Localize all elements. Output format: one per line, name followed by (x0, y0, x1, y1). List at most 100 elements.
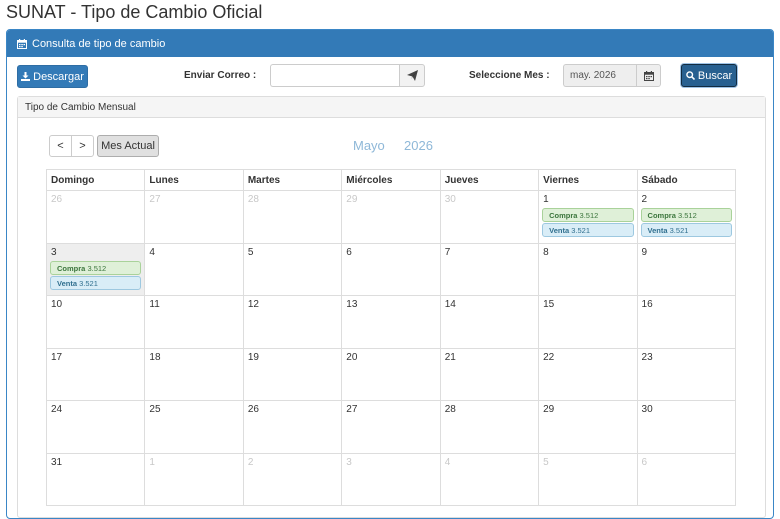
monthly-panel-heading: Tipo de Cambio Mensual (18, 97, 765, 118)
calendar-day-cell[interactable]: 19 (242, 347, 343, 401)
calendar-day-cell[interactable]: 18 (144, 347, 244, 401)
calendar-day-cell[interactable]: 2 Compra 3.512 Venta 3.521 (636, 190, 737, 244)
weekday-header: Viernes (538, 169, 638, 191)
download-button[interactable]: Descargar (17, 65, 88, 88)
venta-rate-event[interactable]: Venta 3.521 (50, 275, 142, 290)
calendar-day-cell[interactable]: 22 (538, 347, 638, 401)
day-number: 21 (444, 351, 456, 363)
calendar-day-cell[interactable]: 9 (636, 242, 737, 296)
calendar-week-row: 24 25 26 27 28 29 30 (45, 400, 737, 454)
search-button[interactable]: Buscar (681, 64, 737, 87)
calendar-day-cell[interactable]: 17 (45, 347, 146, 401)
calendar-day-cell[interactable]: 15 (538, 295, 638, 349)
send-email-button[interactable] (399, 64, 425, 87)
calendar-day-cell[interactable]: 5 (538, 452, 638, 506)
weekday-header: Lunes (144, 169, 244, 191)
calendar-day-cell[interactable]: 10 (45, 295, 146, 349)
compra-value: 3.512 (677, 211, 697, 220)
day-number: 28 (247, 194, 259, 205)
calendar-day-cell[interactable]: 2 (242, 452, 343, 506)
day-number: 3 (346, 456, 352, 468)
calendar-day-cell[interactable]: 3 Compra 3.512 Venta 3.521 (45, 242, 146, 296)
calendar-day-cell[interactable]: 28 (242, 190, 343, 244)
day-number: 5 (247, 246, 254, 258)
day-number: 6 (346, 246, 352, 258)
download-icon (21, 72, 31, 81)
calendar-day-cell[interactable]: 1 Compra 3.512 Venta 3.521 (538, 190, 638, 244)
day-number: 22 (543, 351, 555, 363)
weekday-header: Jueves (439, 169, 540, 191)
venta-rate-event[interactable]: Venta 3.521 (640, 223, 732, 237)
calendar-day-cell[interactable]: 14 (439, 295, 540, 349)
day-number: 8 (543, 246, 549, 258)
calendar-day-cell[interactable]: 25 (144, 400, 244, 454)
calendar-day-cell[interactable]: 6 (341, 242, 441, 296)
calendar-day-cell[interactable]: 30 (439, 190, 540, 244)
current-month-button[interactable]: Mes Actual (97, 135, 159, 157)
venta-value: 3.521 (669, 226, 689, 235)
next-month-button[interactable]: > (71, 135, 94, 157)
day-number: 19 (247, 351, 259, 363)
calendar-day-cell[interactable]: 29 (538, 400, 638, 454)
email-field[interactable] (270, 64, 400, 87)
calendar-day-cell[interactable]: 30 (636, 400, 737, 454)
month-picker-button[interactable] (636, 64, 661, 87)
day-number: 28 (444, 404, 456, 415)
day-number: 2 (641, 194, 648, 205)
calendar-day-cell[interactable]: 31 (45, 452, 146, 506)
calendar-day-cell[interactable]: 27 (144, 190, 244, 244)
month-field[interactable]: may. 2026 (563, 64, 637, 87)
calendar-day-cell[interactable]: 24 (45, 400, 146, 454)
download-label: Descargar (33, 70, 84, 83)
weekday-header: Domingo (45, 169, 146, 191)
calendar-day-cell[interactable]: 20 (341, 347, 441, 401)
day-number: 2 (247, 456, 254, 468)
calendar-day-cell[interactable]: 12 (242, 295, 343, 349)
calendar-day-cell[interactable]: 4 (439, 452, 540, 506)
calendar-day-cell[interactable]: 8 (538, 242, 638, 296)
compra-rate-event[interactable]: Compra 3.512 (542, 208, 634, 222)
day-number: 17 (51, 351, 63, 363)
calendar-day-cell[interactable]: 27 (341, 400, 441, 454)
calendar-month: Mayo (353, 138, 385, 153)
calendar-day-cell[interactable]: 26 (45, 190, 146, 244)
compra-value: 3.512 (579, 211, 599, 220)
search-label: Buscar (697, 69, 733, 82)
calendar-day-cell[interactable]: 3 (341, 452, 441, 506)
day-number: 25 (149, 404, 161, 415)
calendar-day-cell[interactable]: 16 (636, 295, 737, 349)
panel-heading-label: Consulta de tipo de cambio (32, 37, 166, 50)
calendar-day-cell[interactable]: 5 (242, 242, 343, 296)
paper-plane-icon (406, 70, 418, 81)
day-number: 20 (346, 351, 358, 363)
calendar-day-cell[interactable]: 23 (636, 347, 737, 401)
venta-value: 3.521 (571, 226, 590, 235)
weekday-header: Miércoles (341, 169, 441, 191)
day-number: 30 (641, 404, 653, 415)
calendar-day-cell[interactable]: 21 (439, 347, 540, 401)
day-number: 4 (444, 456, 451, 468)
prev-month-button[interactable]: < (49, 135, 72, 157)
day-number: 9 (641, 246, 648, 258)
compra-label: Compra (647, 211, 676, 220)
day-number: 27 (346, 404, 358, 415)
day-number: 29 (346, 194, 358, 205)
compra-rate-event[interactable]: Compra 3.512 (50, 260, 142, 275)
calendar-day-cell[interactable]: 26 (242, 400, 343, 454)
calendar-day-cell[interactable]: 7 (439, 242, 540, 296)
calendar-day-cell[interactable]: 29 (341, 190, 441, 244)
monthly-panel: Tipo de Cambio Mensual < > Mes Actual Ma… (17, 96, 766, 518)
day-number: 5 (543, 456, 549, 468)
calendar-day-cell[interactable]: 11 (144, 295, 244, 349)
compra-rate-event[interactable]: Compra 3.512 (640, 208, 732, 222)
day-number: 23 (641, 351, 653, 363)
calendar-day-cell[interactable]: 1 (144, 452, 244, 506)
venta-rate-event[interactable]: Venta 3.521 (542, 223, 634, 237)
calendar-day-cell[interactable]: 4 (144, 242, 244, 296)
calendar-day-cell[interactable]: 6 (636, 452, 737, 506)
calendar-week-row: 17 18 19 20 21 22 23 (45, 347, 737, 401)
day-number: 31 (51, 456, 63, 468)
calendar-day-cell[interactable]: 13 (341, 295, 441, 349)
calendar-day-cell[interactable]: 28 (439, 400, 540, 454)
compra-label: Compra (549, 211, 578, 220)
